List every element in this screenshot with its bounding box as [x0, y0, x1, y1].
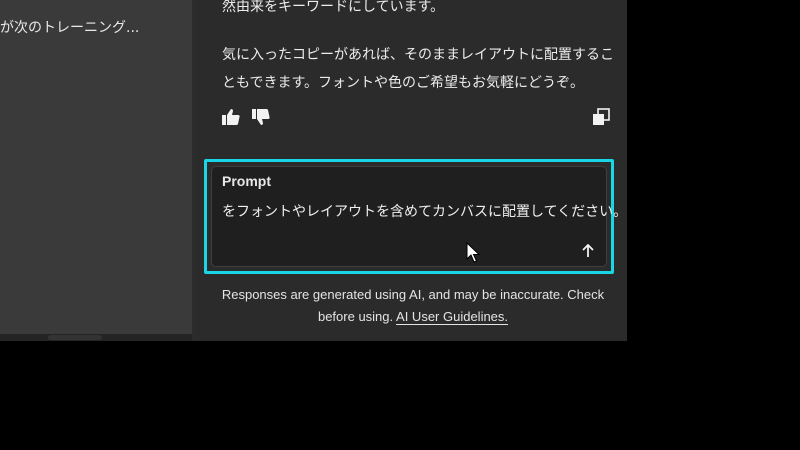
response-actions: [222, 108, 270, 126]
response-paragraph: 然由来をキーワードにしています。: [222, 0, 445, 15]
scrollbar-thumb[interactable]: [48, 335, 102, 340]
chat-pane: 然由来をキーワードにしています。 気に入ったコピーがあれば、そのままレイアウトに…: [194, 0, 627, 341]
history-scrollbar[interactable]: [0, 334, 192, 341]
thumbs-up-icon[interactable]: [222, 108, 240, 126]
app-window: が次のトレーニング... 然由来をキーワードにしています。 気に入ったコピーがあ…: [0, 0, 627, 341]
arrow-up-icon[interactable]: [578, 241, 598, 261]
prompt-highlight: Prompt をフォントやレイアウトを含めてカンバスに配置してください。: [204, 159, 627, 274]
thumbs-down-icon[interactable]: [252, 108, 270, 126]
conversation-history-pane: が次のトレーニング...: [0, 0, 192, 334]
prompt-input[interactable]: Prompt をフォントやレイアウトを含めてカンバスに配置してください。: [211, 166, 627, 267]
history-item[interactable]: が次のトレーニング...: [0, 17, 139, 37]
prompt-text[interactable]: をフォントやレイアウトを含めてカンバスに配置してください。: [222, 201, 627, 221]
mouse-cursor-icon: [466, 241, 481, 268]
prompt-label: Prompt: [222, 173, 271, 189]
copy-icon[interactable]: [592, 108, 610, 126]
ai-user-guidelines-link[interactable]: AI User Guidelines.: [396, 309, 508, 324]
ai-disclaimer: Responses are generated using AI, and ma…: [208, 284, 618, 328]
response-paragraph: 気に入ったコピーがあれば、そのままレイアウトに配置することもできます。フォントや…: [222, 47, 614, 91]
